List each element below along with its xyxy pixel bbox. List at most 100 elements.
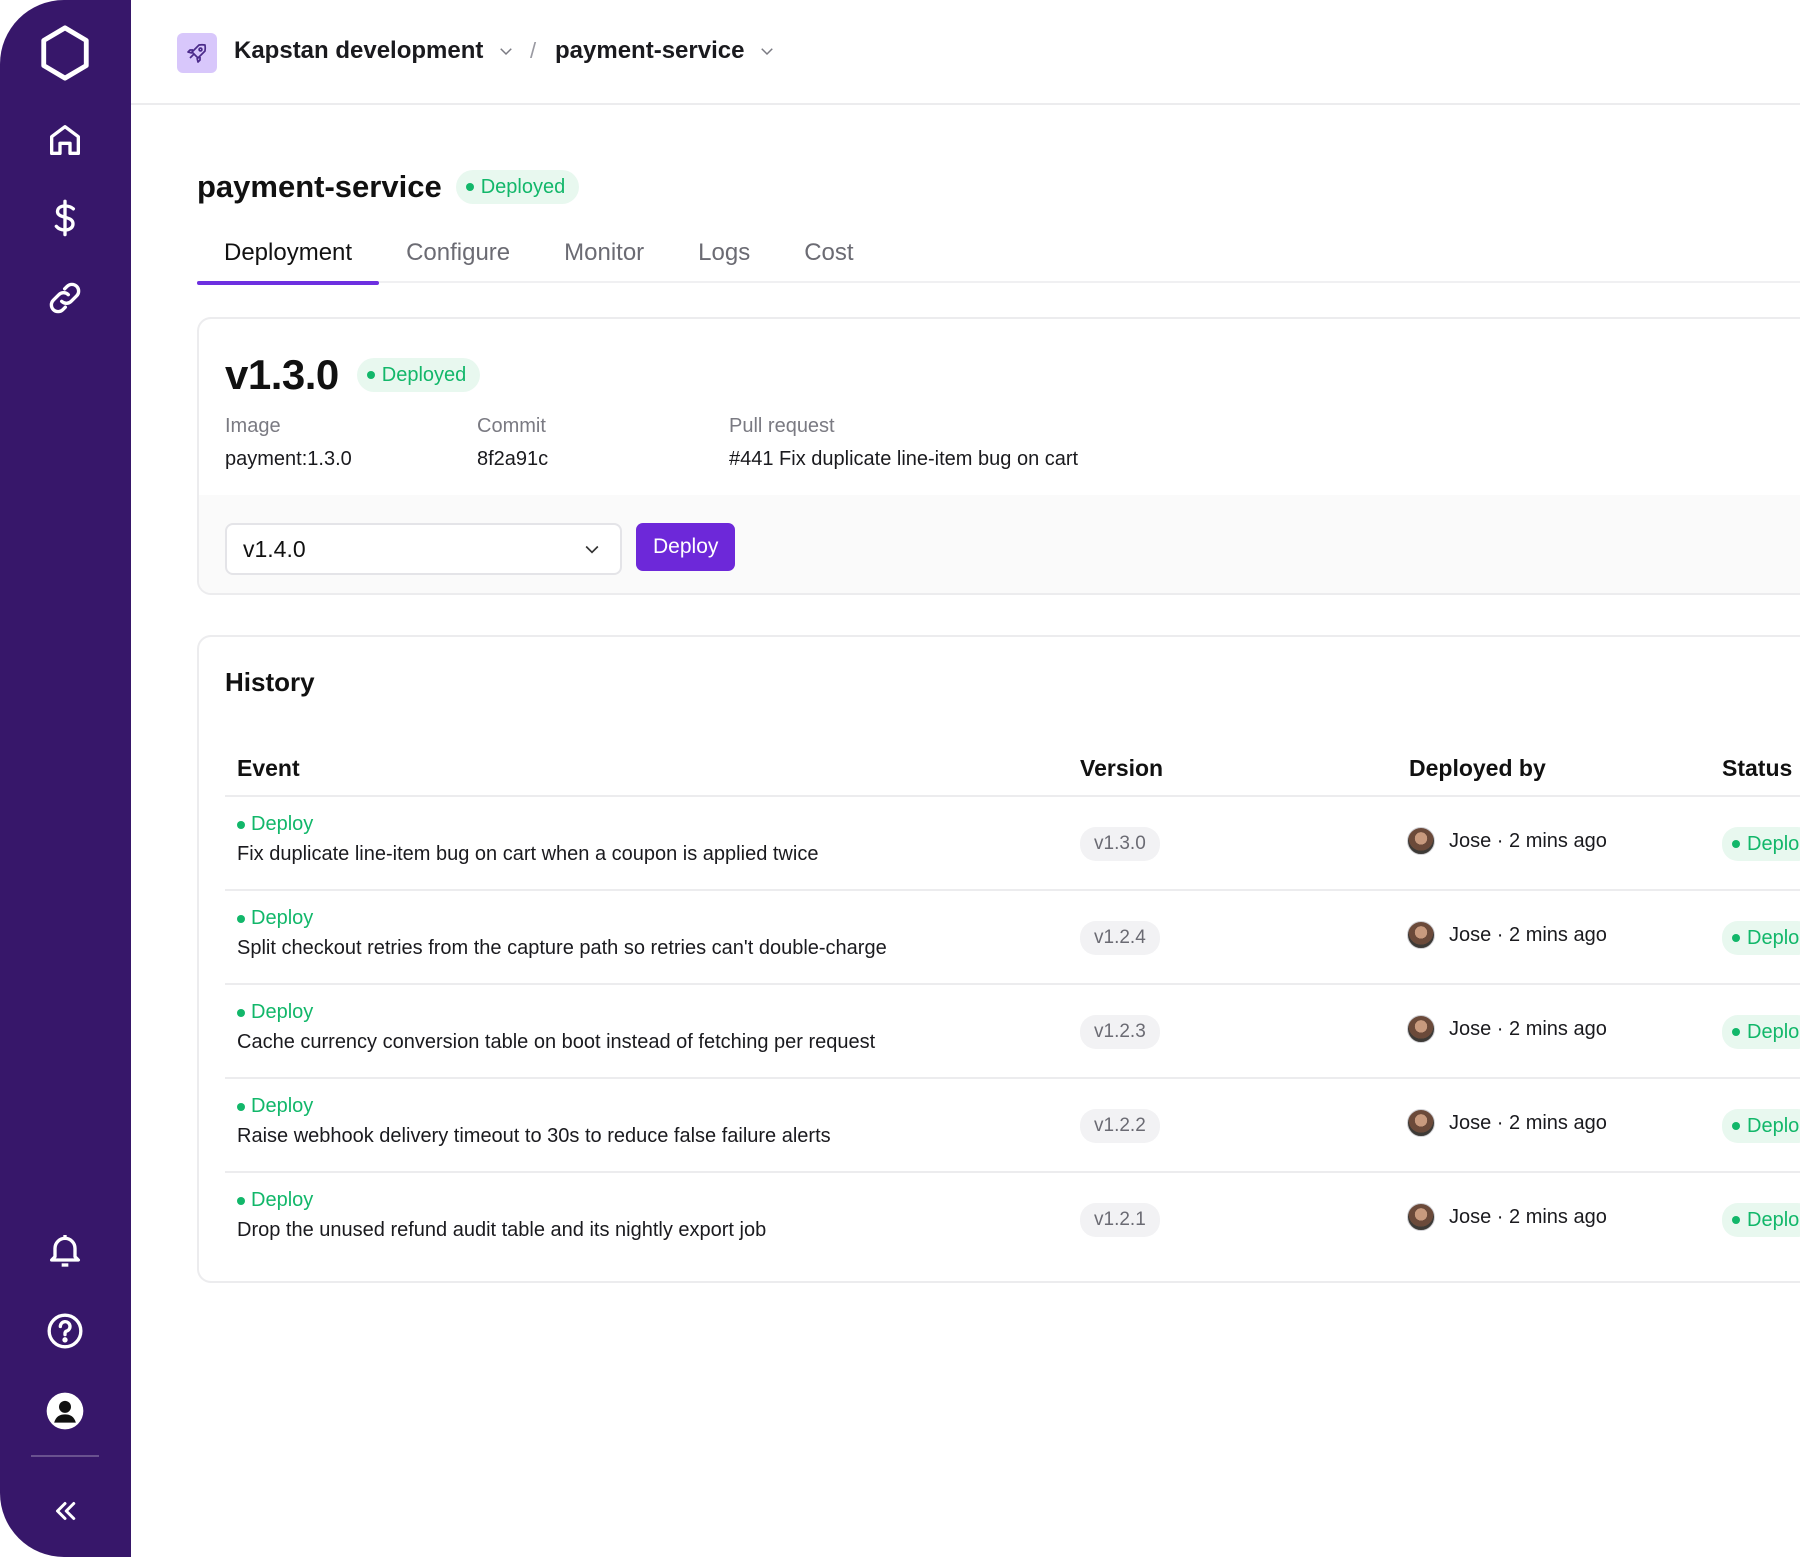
logo-icon[interactable] [35,23,95,83]
history-card: History Event Version Deployed by Status… [197,635,1800,1283]
breadcrumb: Kapstan development / payment-service [131,0,1800,105]
status-dot [237,1102,245,1111]
pull-request-meta: Pull request #441 Fix duplicate line-ite… [729,415,1078,471]
tab-configure[interactable]: Configure [379,229,537,283]
current-version: v1.3.0 [225,351,339,398]
tab-deployment[interactable]: Deployment [197,229,380,285]
deployed-by-label: Jose · 2 mins ago [1449,1017,1607,1040]
avatar [1407,1203,1435,1231]
tab-logs[interactable]: Logs [671,229,777,283]
event-type: Deploy [237,1189,313,1212]
column-header-event: Event [237,755,300,781]
version-pill: v1.2.2 [1080,1109,1160,1143]
event-type: Deploy [237,1095,313,1118]
event-type: Deploy [237,813,313,836]
version-select[interactable]: v1.4.0 [225,523,622,575]
table-row[interactable]: Deploy Raise webhook delivery timeout to… [225,1079,1800,1173]
history-title: History [225,667,315,697]
deployed-by-label: Jose · 2 mins ago [1449,829,1607,852]
dollar-icon[interactable] [35,188,95,248]
image-meta: Image payment:1.3.0 [225,415,352,471]
deployed-by: Jose · 2 mins ago [1407,1015,1607,1043]
current-version-card: v1.3.0 Deployed Image payment:1.3.0 Comm… [197,317,1800,595]
breadcrumb-project-label: Kapstan development [234,37,484,64]
breadcrumb-service[interactable]: payment-service [555,37,776,65]
status-badge: Deployed [455,170,580,204]
status-badge: Deplo [1722,1109,1800,1143]
home-icon[interactable] [35,110,95,170]
chevron-down-icon [585,545,599,554]
status-badge: Deplo [1722,1203,1800,1237]
chevron-down-icon [500,48,513,56]
event-type: Deploy [237,907,313,930]
avatar [1407,827,1435,855]
status-label: Deplo [1747,833,1800,855]
sidebar [0,0,131,1557]
event-type-label: Deploy [251,1189,314,1211]
deployed-by-label: Jose · 2 mins ago [1449,923,1607,946]
status-dot [465,183,474,191]
history-table: Event Version Deployed by Status Deploy … [225,737,1800,1267]
pull-request-label: Pull request [729,415,835,437]
bell-icon[interactable] [35,1220,95,1280]
event-type-label: Deploy [251,813,314,835]
commit-label: Commit [477,415,546,437]
status-dot [237,914,245,923]
deployed-by-label: Jose · 2 mins ago [1449,1111,1607,1134]
avatar [1407,1015,1435,1043]
event-description: Drop the unused refund audit table and i… [237,1219,767,1241]
deploy-button[interactable]: Deploy [636,523,736,571]
table-row[interactable]: Deploy Cache currency conversion table o… [225,985,1800,1079]
table-row[interactable]: Deploy Drop the unused refund audit tabl… [225,1173,1800,1267]
page-header: payment-service Deployed [197,169,580,205]
version-pill: v1.2.3 [1080,1015,1160,1049]
event-description: Fix duplicate line-item bug on cart when… [237,843,819,865]
status-label: Deplo [1747,1021,1800,1043]
tab-bar: Deployment Configure Monitor Logs Cost [197,229,1800,285]
avatar [1407,921,1435,949]
status-dot [1732,840,1740,848]
tab-monitor[interactable]: Monitor [537,229,671,283]
table-header: Event Version Deployed by Status [225,737,1800,797]
event-type-label: Deploy [251,1095,314,1117]
column-header-version: Version [1080,755,1164,781]
help-icon[interactable] [35,1301,95,1361]
status-dot [366,371,375,379]
app-window: Kapstan development / payment-service pa… [0,0,1800,1557]
status-dot [1732,934,1740,942]
breadcrumb-separator: / [530,38,537,63]
status-label: Deplo [1747,1115,1800,1137]
status-dot [237,820,245,829]
current-status-badge: Deployed [356,358,481,392]
current-status-label: Deployed [381,364,467,386]
current-version-header: v1.3.0 Deployed [225,351,481,399]
rocket-icon [177,33,217,73]
page-title: payment-service [197,169,442,204]
event-description: Raise webhook delivery timeout to 30s to… [237,1125,831,1147]
double-chevron-left-icon[interactable] [35,1481,95,1541]
event-type-label: Deploy [251,1001,314,1023]
status-badge: Deplo [1722,921,1800,955]
event-type-label: Deploy [251,907,314,929]
table-row[interactable]: Deploy Fix duplicate line-item bug on ca… [225,797,1800,891]
pull-request-value[interactable]: #441 Fix duplicate line-item bug on cart [729,448,1078,471]
status-dot [237,1196,245,1205]
table-row[interactable]: Deploy Split checkout retries from the c… [225,891,1800,985]
version-pill: v1.2.1 [1080,1203,1160,1237]
column-header-status: Status [1722,755,1793,781]
deployed-by: Jose · 2 mins ago [1407,1203,1607,1231]
breadcrumb-project[interactable]: Kapstan development [234,37,515,65]
event-type: Deploy [237,1001,313,1024]
status-badge: Deplo [1722,1015,1800,1049]
tab-cost[interactable]: Cost [777,229,880,283]
status-label: Deplo [1747,927,1800,949]
version-pill: v1.3.0 [1080,827,1160,861]
commit-meta: Commit 8f2a91c [477,415,548,471]
user-avatar-icon[interactable] [35,1381,95,1441]
status-badge: Deplo [1722,827,1800,861]
status-dot [1732,1028,1740,1036]
deployed-by: Jose · 2 mins ago [1407,827,1607,855]
avatar [1407,1109,1435,1137]
breadcrumb-service-label: payment-service [555,37,745,64]
link-icon[interactable] [35,268,95,328]
